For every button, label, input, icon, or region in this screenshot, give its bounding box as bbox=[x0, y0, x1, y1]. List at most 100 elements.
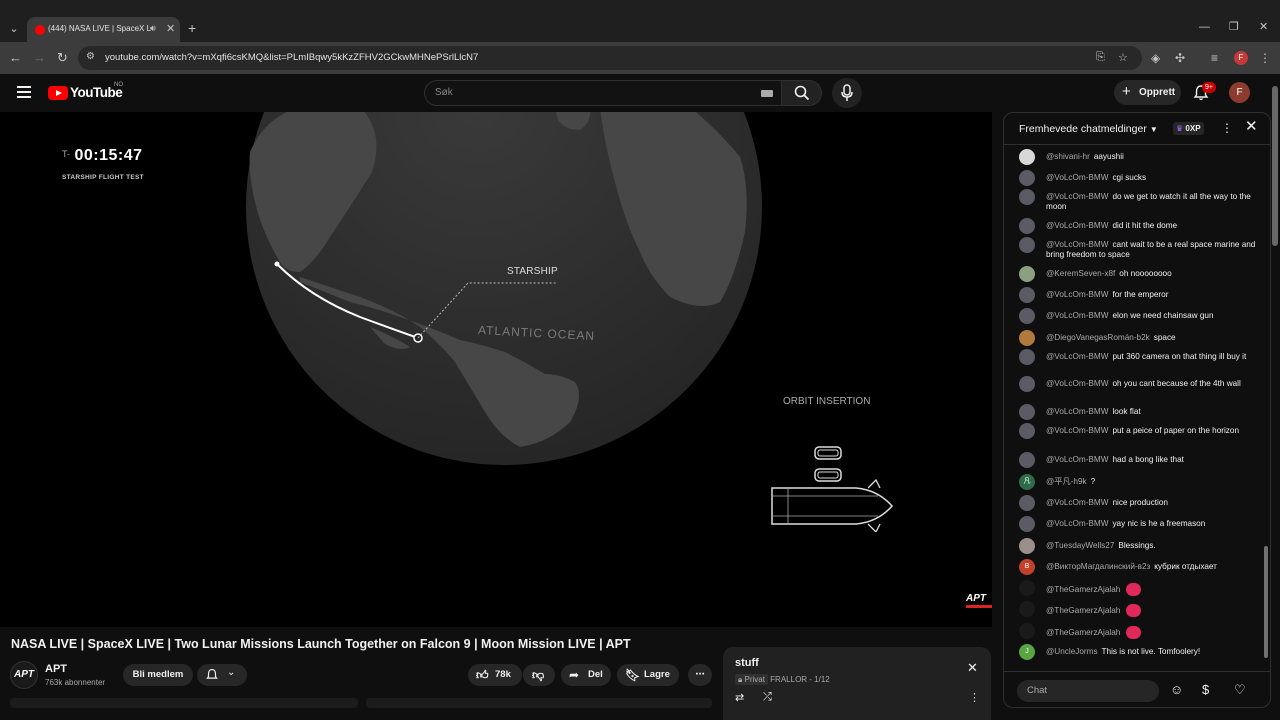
author-avatar[interactable] bbox=[1019, 404, 1035, 420]
author-avatar[interactable]: B bbox=[1019, 559, 1035, 575]
share-button[interactable]: ➦ Del bbox=[561, 664, 611, 686]
browser-tab[interactable]: (444) NASA LIVE | SpaceX LIVE 🔊︎ ✕ bbox=[27, 17, 180, 42]
back-arrow-icon[interactable]: ← bbox=[9, 51, 22, 65]
author-avatar[interactable]: 凡 bbox=[1019, 474, 1035, 490]
author-name[interactable]: @DiegoVanegasRomán-b2k bbox=[1046, 333, 1150, 342]
keyboard-icon[interactable] bbox=[761, 90, 773, 97]
shuffle-icon[interactable]: ⤮ bbox=[763, 691, 772, 704]
author-avatar[interactable] bbox=[1019, 266, 1035, 282]
author-name[interactable]: @shivani-hr bbox=[1046, 152, 1090, 161]
media-control-icon[interactable]: ≡ bbox=[1211, 51, 1218, 65]
bookmark-star-icon[interactable]: ☆ bbox=[1118, 51, 1128, 64]
author-name[interactable]: @TuesdayWells27 bbox=[1046, 541, 1114, 550]
author-name[interactable]: @VoLcOm-BMW bbox=[1046, 498, 1108, 507]
page-scrollbar[interactable] bbox=[1272, 86, 1278, 706]
author-avatar[interactable] bbox=[1019, 287, 1035, 303]
account-avatar[interactable]: F bbox=[1229, 82, 1250, 103]
author-avatar[interactable] bbox=[1019, 516, 1035, 532]
forward-arrow-icon[interactable]: → bbox=[33, 51, 46, 65]
playlist-title[interactable]: stuff bbox=[735, 657, 759, 669]
author-avatar[interactable] bbox=[1019, 189, 1035, 205]
join-button[interactable]: Bli medlem bbox=[123, 664, 193, 686]
extension-icon[interactable]: ◈ bbox=[1151, 51, 1160, 65]
author-avatar[interactable] bbox=[1019, 330, 1035, 346]
voice-search-button[interactable] bbox=[832, 78, 862, 108]
author-name[interactable]: @TheGamerzAjalah bbox=[1046, 628, 1120, 637]
minimize-icon[interactable]: — bbox=[1199, 20, 1210, 34]
channel-name[interactable]: APT bbox=[45, 663, 67, 675]
page-scroll-thumb[interactable] bbox=[1272, 86, 1278, 246]
channel-watermark[interactable]: APT bbox=[966, 593, 992, 608]
browser-profile-avatar[interactable]: F bbox=[1234, 51, 1248, 65]
author-name[interactable]: @VoLcOm-BMW bbox=[1046, 311, 1108, 320]
author-name[interactable]: @UncleJorms bbox=[1046, 647, 1098, 656]
speaker-icon[interactable]: 🔊︎ bbox=[150, 23, 156, 34]
author-name[interactable]: @平凡-h9k bbox=[1046, 477, 1087, 486]
chat-close-icon[interactable]: ✕ bbox=[1245, 119, 1258, 134]
author-name[interactable]: @TheGamerzAjalah bbox=[1046, 606, 1120, 615]
heart-icon[interactable]: ♡ bbox=[1234, 683, 1246, 697]
author-avatar[interactable] bbox=[1019, 580, 1035, 596]
subscription-bell-button[interactable]: ⌄ bbox=[197, 664, 247, 686]
author-avatar[interactable] bbox=[1019, 601, 1035, 617]
author-name[interactable]: @KeremSeven-x8f bbox=[1046, 269, 1115, 278]
chat-scroll-thumb[interactable] bbox=[1264, 546, 1268, 658]
chat-input[interactable]: Chat bbox=[1017, 680, 1159, 702]
playlist-close-icon[interactable]: ✕ bbox=[967, 661, 978, 674]
author-avatar[interactable] bbox=[1019, 495, 1035, 511]
author-avatar[interactable] bbox=[1019, 349, 1035, 365]
site-info-icon[interactable]: ⚙ bbox=[86, 51, 95, 62]
search-input[interactable]: Søk bbox=[424, 80, 782, 106]
channel-avatar[interactable]: APT bbox=[10, 661, 38, 689]
reload-icon[interactable]: ↻ bbox=[57, 51, 68, 65]
video-player[interactable]: T- 00:15:47 STARSHIP FLIGHT TEST STARSHI… bbox=[0, 112, 992, 627]
author-name[interactable]: @VoLcOm-BMW bbox=[1046, 455, 1108, 464]
install-app-icon[interactable]: ⎘ bbox=[1096, 51, 1105, 64]
chat-menu-icon[interactable]: ⋮ bbox=[1221, 121, 1233, 135]
author-avatar[interactable] bbox=[1019, 237, 1035, 253]
more-actions-button[interactable]: ⋯ bbox=[688, 664, 712, 686]
window-close-icon[interactable]: ✕ bbox=[1259, 20, 1268, 34]
restore-icon[interactable]: ❐ bbox=[1229, 20, 1239, 34]
author-avatar[interactable]: J bbox=[1019, 644, 1035, 660]
address-bar[interactable]: ⚙ youtube.com/watch?v=mXqfi6csKMQ&list=P… bbox=[78, 46, 1142, 70]
xp-badge[interactable]: ♛ 0XP bbox=[1173, 122, 1204, 135]
author-name[interactable]: @VoLcOm-BMW bbox=[1046, 426, 1108, 435]
author-name[interactable]: @VoLcOm-BMW bbox=[1046, 290, 1108, 299]
super-chat-icon[interactable]: $ bbox=[1202, 683, 1209, 697]
author-avatar[interactable] bbox=[1019, 452, 1035, 468]
author-name[interactable]: @VoLcOm-BMW bbox=[1046, 379, 1108, 388]
browser-menu-icon[interactable]: ⋮ bbox=[1259, 51, 1271, 65]
author-name[interactable]: @ВикторМагдалинский-в2з bbox=[1046, 562, 1150, 571]
author-name[interactable]: @VoLcOm-BMW bbox=[1046, 192, 1108, 201]
author-avatar[interactable] bbox=[1019, 423, 1035, 439]
chat-mode-dropdown[interactable]: Fremhevede chatmeldinger ▼ bbox=[1019, 123, 1158, 135]
emoji-icon[interactable]: ☺ bbox=[1170, 683, 1183, 697]
author-name[interactable]: @VoLcOm-BMW bbox=[1046, 221, 1108, 230]
author-avatar[interactable] bbox=[1019, 376, 1035, 392]
author-name[interactable]: @VoLcOm-BMW bbox=[1046, 407, 1108, 416]
tab-search-chevron-icon[interactable]: ⌄ bbox=[6, 21, 22, 37]
save-button[interactable]: 🔖︎ Lagre bbox=[617, 664, 679, 686]
author-avatar[interactable] bbox=[1019, 308, 1035, 324]
chat-scrollbar[interactable] bbox=[1264, 153, 1268, 663]
chat-message-list[interactable]: @shivani-hr aayushii @VoLcOm-BMW cgi sucks @… bbox=[1004, 149, 1262, 671]
tab-close-icon[interactable]: ✕ bbox=[166, 22, 175, 35]
like-button[interactable]: 👍︎ 78k bbox=[468, 664, 522, 686]
author-name[interactable]: @TheGamerzAjalah bbox=[1046, 585, 1120, 594]
author-avatar[interactable] bbox=[1019, 149, 1035, 165]
playlist-menu-icon[interactable]: ⋮ bbox=[969, 691, 980, 704]
author-avatar[interactable] bbox=[1019, 170, 1035, 186]
author-name[interactable]: @VoLcOm-BMW bbox=[1046, 352, 1108, 361]
search-button[interactable] bbox=[782, 80, 822, 106]
author-avatar[interactable] bbox=[1019, 538, 1035, 554]
author-name[interactable]: @VoLcOm-BMW bbox=[1046, 240, 1108, 249]
author-name[interactable]: @VoLcOm-BMW bbox=[1046, 173, 1108, 182]
dislike-button[interactable]: 👎︎ bbox=[523, 664, 555, 686]
author-name[interactable]: @VoLcOm-BMW bbox=[1046, 519, 1108, 528]
author-avatar[interactable] bbox=[1019, 218, 1035, 234]
new-tab-plus-icon[interactable]: + bbox=[188, 21, 196, 35]
puzzle-icon[interactable]: ✣ bbox=[1175, 51, 1185, 65]
create-button[interactable]: + Opprett bbox=[1114, 80, 1181, 105]
menu-icon[interactable] bbox=[17, 86, 31, 98]
